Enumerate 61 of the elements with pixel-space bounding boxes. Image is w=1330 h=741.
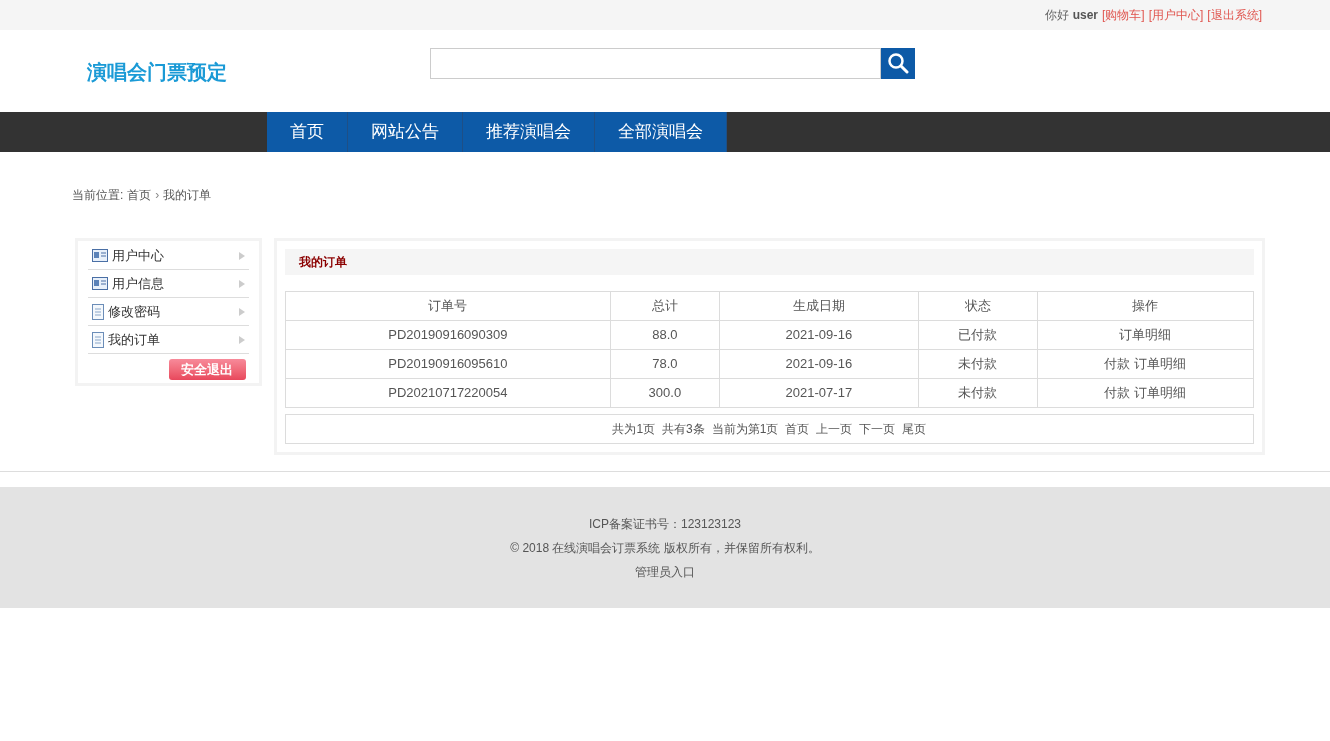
action-link[interactable]: 订单明细 xyxy=(1119,327,1172,343)
column-header: 操作 xyxy=(1037,291,1254,321)
id-card-icon xyxy=(92,249,108,262)
top-link[interactable]: [退出系统] xyxy=(1207,6,1262,24)
footer-text: © 2018 在线演唱会订票系统 版权所有，并保留所有权利。 xyxy=(510,539,820,557)
arrow-icon xyxy=(237,334,246,345)
chevron-icon: › xyxy=(155,186,160,204)
top-link[interactable]: [用户中心] xyxy=(1148,6,1204,24)
footer-text: ICP备案证书号：123123123 xyxy=(588,515,742,533)
top-link[interactable]: [购物车] xyxy=(1102,6,1145,24)
table-cell: 88.0 xyxy=(610,320,720,350)
sidebar-item[interactable]: 我的订单 xyxy=(88,326,249,354)
nav-item[interactable]: 推荐演唱会 xyxy=(463,112,595,152)
column-header: 生成日期 xyxy=(719,291,919,321)
admin-link[interactable]: 管理员入口 xyxy=(635,562,695,581)
table-cell: PD20210717220054 xyxy=(285,378,611,408)
arrow-icon xyxy=(237,250,246,261)
document-icon xyxy=(92,331,104,348)
id-card-icon xyxy=(92,277,108,290)
search-icon xyxy=(887,52,909,74)
pagination-link[interactable]: 上一页 xyxy=(816,420,853,438)
nav-item[interactable]: 首页 xyxy=(267,112,348,152)
arrow-icon xyxy=(237,306,246,317)
current-page-text: 我的订单 xyxy=(163,187,212,204)
sidebar-item[interactable]: 用户信息 xyxy=(88,270,249,298)
table-cell: 2021-09-16 xyxy=(719,349,919,379)
document-icon xyxy=(92,303,104,320)
column-header: 状态 xyxy=(918,291,1038,321)
action-link[interactable]: 付款 xyxy=(1104,385,1131,401)
table-cell: 未付款 xyxy=(918,349,1038,379)
pagination-link[interactable]: 首页 xyxy=(785,420,810,438)
pagination-info: 当前为第1页 xyxy=(711,421,779,438)
column-header: 总计 xyxy=(610,291,720,321)
sidebar-item[interactable]: 修改密码 xyxy=(88,298,249,326)
pagination-info: 共为1页 xyxy=(612,421,656,438)
pagination-link[interactable]: 下一页 xyxy=(859,420,896,438)
sidebar-item[interactable]: 用户中心 xyxy=(88,242,249,270)
table-cell: 已付款 xyxy=(918,320,1038,350)
breadcrumb-label: 当前位置: xyxy=(72,187,124,204)
panel-title: 我的订单 xyxy=(298,254,347,271)
table-cell: PD20190916095610 xyxy=(285,349,611,379)
table-cell: 2021-07-17 xyxy=(719,378,919,408)
action-link[interactable]: 订单明细 xyxy=(1134,356,1187,372)
username-text: user xyxy=(1072,7,1098,24)
nav-item[interactable]: 全部演唱会 xyxy=(595,112,727,152)
table-cell: PD20190916090309 xyxy=(285,320,611,350)
nav-item[interactable]: 网站公告 xyxy=(348,112,463,152)
column-header: 订单号 xyxy=(285,291,611,321)
breadcrumb-link[interactable]: 首页 xyxy=(127,186,152,204)
table-cell: 300.0 xyxy=(610,378,720,408)
table-cell: 未付款 xyxy=(918,378,1038,408)
table-cell: 2021-09-16 xyxy=(719,320,919,350)
arrow-icon xyxy=(237,278,246,289)
greeting-text: 你好 xyxy=(1044,7,1069,24)
action-link[interactable]: 付款 xyxy=(1104,356,1131,372)
search-button[interactable] xyxy=(881,47,915,79)
pagination-info: 共有3条 xyxy=(662,421,705,438)
table-cell: 78.0 xyxy=(610,349,720,379)
pagination-link[interactable]: 尾页 xyxy=(902,420,927,438)
search-field[interactable] xyxy=(430,47,881,79)
action-link[interactable]: 订单明细 xyxy=(1134,385,1187,401)
